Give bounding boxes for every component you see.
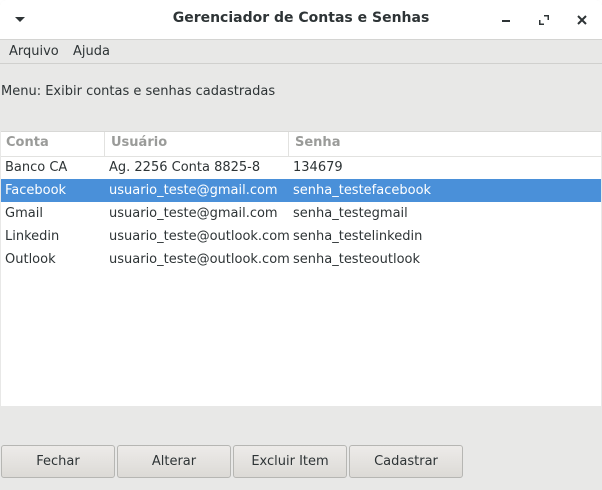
maximize-button[interactable] bbox=[535, 11, 553, 29]
menu-ajuda[interactable]: Ajuda bbox=[73, 44, 110, 59]
close-window-button[interactable]: Fechar bbox=[1, 445, 115, 478]
register-button[interactable]: Cadastrar bbox=[349, 445, 463, 478]
minimize-icon bbox=[502, 20, 510, 22]
cell-conta: Linkedin bbox=[5, 229, 60, 244]
app-window: Gerenciador de Contas e Senhas Arquivo A… bbox=[0, 0, 602, 490]
cell-usuario: usuario_teste@outlook.com bbox=[109, 252, 290, 267]
close-button[interactable] bbox=[573, 11, 591, 29]
cell-usuario: usuario_teste@outlook.com bbox=[109, 229, 290, 244]
table-header: Conta Usuário Senha bbox=[1, 132, 601, 157]
cell-usuario: usuario_teste@gmail.com bbox=[109, 183, 278, 198]
cell-usuario: usuario_teste@gmail.com bbox=[109, 206, 278, 221]
menu-bar: Arquivo Ajuda bbox=[0, 40, 602, 64]
column-header-senha[interactable]: Senha bbox=[289, 132, 601, 156]
cell-senha: senha_testegmail bbox=[293, 206, 408, 221]
column-header-usuario[interactable]: Usuário bbox=[105, 132, 289, 156]
cell-usuario: Ag. 2256 Conta 8825-8 bbox=[109, 160, 261, 175]
cell-senha: senha_testefacebook bbox=[293, 183, 432, 198]
table-row[interactable]: Banco CA Ag. 2256 Conta 8825-8 134679 bbox=[1, 156, 601, 179]
cell-conta: Gmail bbox=[5, 206, 43, 221]
menu-arquivo[interactable]: Arquivo bbox=[9, 44, 59, 59]
table-row[interactable]: Gmail usuario_teste@gmail.com senha_test… bbox=[1, 202, 601, 225]
title-bar: Gerenciador de Contas e Senhas bbox=[0, 0, 602, 40]
table-row-selected[interactable]: Facebook usuario_teste@gmail.com senha_t… bbox=[1, 179, 601, 202]
accounts-table[interactable]: Conta Usuário Senha Banco CA Ag. 2256 Co… bbox=[1, 131, 601, 407]
column-header-conta[interactable]: Conta bbox=[1, 132, 105, 156]
status-label: Menu: Exibir contas e senhas cadastradas bbox=[1, 84, 276, 99]
edit-button[interactable]: Alterar bbox=[117, 445, 231, 478]
horizontal-scrollbar-area[interactable] bbox=[1, 406, 601, 424]
maximize-icon bbox=[539, 15, 549, 25]
cell-senha: senha_testeoutlook bbox=[293, 252, 421, 267]
table-row[interactable]: Outlook usuario_teste@outlook.com senha_… bbox=[1, 248, 601, 271]
cell-conta: Outlook bbox=[5, 252, 56, 267]
delete-item-button[interactable]: Excluir Item bbox=[233, 445, 347, 478]
cell-conta: Banco CA bbox=[5, 160, 68, 175]
minimize-button[interactable] bbox=[497, 11, 515, 29]
table-row[interactable]: Linkedin usuario_teste@outlook.com senha… bbox=[1, 225, 601, 248]
cell-senha: 134679 bbox=[293, 160, 343, 175]
close-icon bbox=[577, 15, 587, 25]
cell-senha: senha_testelinkedin bbox=[293, 229, 423, 244]
cell-conta: Facebook bbox=[5, 183, 67, 198]
